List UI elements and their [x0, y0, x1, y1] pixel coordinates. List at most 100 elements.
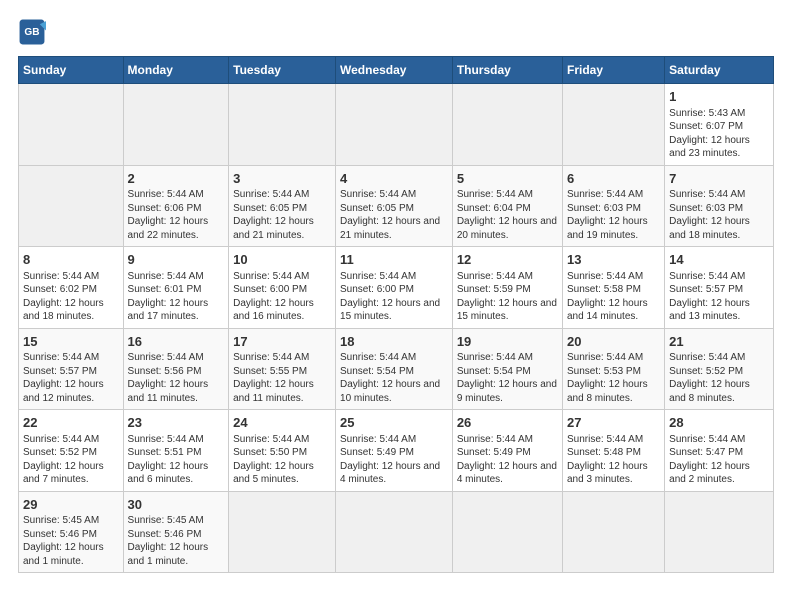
daylight: Daylight: 12 hours and 7 minutes. [23, 461, 104, 486]
sunrise: Sunrise: 5:44 AM [128, 352, 204, 363]
calendar-cell [229, 84, 336, 166]
sunset: Sunset: 5:47 PM [669, 447, 743, 458]
sunrise: Sunrise: 5:43 AM [669, 108, 745, 119]
calendar-cell [19, 84, 124, 166]
sunset: Sunset: 5:46 PM [128, 529, 202, 540]
sunset: Sunset: 5:49 PM [457, 447, 531, 458]
sunset: Sunset: 6:05 PM [233, 203, 307, 214]
sunrise: Sunrise: 5:44 AM [340, 434, 416, 445]
sunset: Sunset: 6:00 PM [233, 284, 307, 295]
sunrise: Sunrise: 5:44 AM [567, 189, 643, 200]
day-number: 26 [457, 414, 558, 432]
day-number: 23 [128, 414, 225, 432]
daylight: Daylight: 12 hours and 2 minutes. [669, 461, 750, 486]
svg-text:GB: GB [24, 27, 39, 38]
daylight: Daylight: 12 hours and 6 minutes. [128, 461, 209, 486]
daylight: Daylight: 12 hours and 22 minutes. [128, 216, 209, 241]
day-number: 11 [340, 251, 448, 269]
calendar-cell: 25Sunrise: 5:44 AMSunset: 5:49 PMDayligh… [336, 410, 453, 492]
calendar-week-4: 15Sunrise: 5:44 AMSunset: 5:57 PMDayligh… [19, 328, 774, 410]
sunset: Sunset: 6:04 PM [457, 203, 531, 214]
calendar-cell: 11 Sunrise: 5:44 AM Sunset: 6:00 PM Dayligh… [336, 247, 453, 329]
sunset: Sunset: 6:03 PM [567, 203, 641, 214]
calendar-cell: 29Sunrise: 5:45 AMSunset: 5:46 PMDayligh… [19, 491, 124, 573]
daylight: Daylight: 12 hours and 20 minutes. [457, 216, 557, 241]
col-header-thursday: Thursday [452, 57, 562, 84]
daylight: Daylight: 12 hours and 5 minutes. [233, 461, 314, 486]
sunrise: Sunrise: 5:44 AM [233, 434, 309, 445]
day-number: 5 [457, 170, 558, 188]
sunrise: Sunrise: 5:44 AM [23, 352, 99, 363]
sunset: Sunset: 5:52 PM [23, 447, 97, 458]
sunset: Sunset: 5:52 PM [669, 366, 743, 377]
calendar-cell: 21Sunrise: 5:44 AMSunset: 5:52 PMDayligh… [665, 328, 774, 410]
day-number: 21 [669, 333, 769, 351]
calendar-cell: 10Sunrise: 5:44 AMSunset: 6:00 PMDayligh… [229, 247, 336, 329]
sunset: Sunset: 5:50 PM [233, 447, 307, 458]
sunset: Sunset: 6:02 PM [23, 284, 97, 295]
sunrise: Sunrise: 5:44 AM [457, 271, 533, 282]
calendar-cell: 27Sunrise: 5:44 AMSunset: 5:48 PMDayligh… [563, 410, 665, 492]
calendar-cell [123, 84, 229, 166]
calendar-cell: 8Sunrise: 5:44 AMSunset: 6:02 PMDaylight… [19, 247, 124, 329]
daylight: Daylight: 12 hours and 9 minutes. [457, 379, 557, 404]
calendar-week-1: 1Sunrise: 5:43 AMSunset: 6:07 PMDaylight… [19, 84, 774, 166]
calendar-cell: 1Sunrise: 5:43 AMSunset: 6:07 PMDaylight… [665, 84, 774, 166]
logo: GB [18, 18, 50, 46]
sunset: Sunset: 6:06 PM [128, 203, 202, 214]
calendar-cell: 3Sunrise: 5:44 AMSunset: 6:05 PMDaylight… [229, 165, 336, 247]
day-number: 2 [128, 170, 225, 188]
daylight: Daylight: 12 hours and 10 minutes. [340, 379, 440, 404]
day-number: 28 [669, 414, 769, 432]
sunset: Sunset: 6:00 PM [340, 284, 414, 295]
calendar-cell: 2Sunrise: 5:44 AMSunset: 6:06 PMDaylight… [123, 165, 229, 247]
calendar-cell [336, 84, 453, 166]
calendar-cell: 5Sunrise: 5:44 AMSunset: 6:04 PMDaylight… [452, 165, 562, 247]
day-number: 24 [233, 414, 331, 432]
sunrise: Sunrise: 5:45 AM [23, 515, 99, 526]
calendar-cell: 4Sunrise: 5:44 AMSunset: 6:05 PMDaylight… [336, 165, 453, 247]
daylight: Daylight: 12 hours and 4 minutes. [457, 461, 557, 486]
sunrise: Sunrise: 5:44 AM [669, 352, 745, 363]
sunrise: Sunrise: 5:44 AM [340, 271, 416, 282]
calendar-week-2: 2 Sunrise: 5:44 AM Sunset: 6:06 PM Daylight… [19, 165, 774, 247]
day-number: 15 [23, 333, 119, 351]
header: GB [18, 18, 774, 46]
calendar-cell: 6Sunrise: 5:44 AMSunset: 6:03 PMDaylight… [563, 165, 665, 247]
calendar-week-5: 22Sunrise: 5:44 AMSunset: 5:52 PMDayligh… [19, 410, 774, 492]
sunrise: Sunrise: 5:44 AM [340, 189, 416, 200]
calendar-cell: 18Sunrise: 5:44 AMSunset: 5:54 PMDayligh… [336, 328, 453, 410]
day-number: 19 [457, 333, 558, 351]
sunrise: Sunrise: 5:44 AM [23, 434, 99, 445]
sunset: Sunset: 5:54 PM [340, 366, 414, 377]
sunset: Sunset: 6:05 PM [340, 203, 414, 214]
col-header-tuesday: Tuesday [229, 57, 336, 84]
daylight: Daylight: 12 hours and 15 minutes. [457, 298, 557, 323]
sunrise: Sunrise: 5:44 AM [457, 434, 533, 445]
col-header-sunday: Sunday [19, 57, 124, 84]
sunset: Sunset: 5:55 PM [233, 366, 307, 377]
logo-icon: GB [18, 18, 46, 46]
day-number: 7 [669, 170, 769, 188]
day-number: 17 [233, 333, 331, 351]
calendar-table: SundayMondayTuesdayWednesdayThursdayFrid… [18, 56, 774, 573]
sunrise: Sunrise: 5:44 AM [567, 434, 643, 445]
sunset: Sunset: 5:56 PM [128, 366, 202, 377]
sunrise: Sunrise: 5:44 AM [23, 271, 99, 282]
sunset: Sunset: 5:48 PM [567, 447, 641, 458]
daylight: Daylight: 12 hours and 8 minutes. [567, 379, 648, 404]
sunset: Sunset: 6:01 PM [128, 284, 202, 295]
daylight: Daylight: 12 hours and 15 minutes. [340, 298, 440, 323]
day-number: 13 [567, 251, 660, 269]
sunset: Sunset: 5:46 PM [23, 529, 97, 540]
sunrise: Sunrise: 5:44 AM [233, 189, 309, 200]
sunset: Sunset: 5:57 PM [23, 366, 97, 377]
day-number: 6 [567, 170, 660, 188]
daylight: Daylight: 12 hours and 1 minute. [128, 542, 209, 567]
daylight: Daylight: 12 hours and 18 minutes. [669, 216, 750, 241]
sunrise: Sunrise: 5:44 AM [340, 352, 416, 363]
calendar-cell [19, 165, 124, 247]
col-header-saturday: Saturday [665, 57, 774, 84]
calendar-cell [665, 491, 774, 573]
day-number: 4 [340, 170, 448, 188]
